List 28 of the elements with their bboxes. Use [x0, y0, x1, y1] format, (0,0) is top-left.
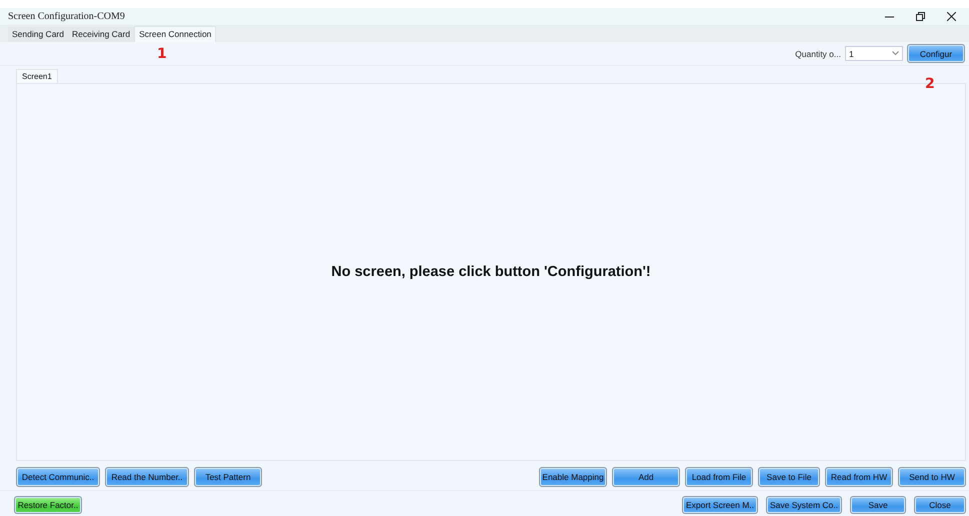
annotation-number: 2 — [925, 76, 935, 92]
action-button[interactable]: Enable Mapping — [539, 467, 607, 487]
action-button[interactable]: Read from HW — [825, 467, 893, 487]
action-button[interactable]: Add — [612, 467, 680, 487]
dropdown-caret-icon — [892, 51, 899, 56]
window-title: Screen Configuration-COM9 — [8, 11, 126, 22]
tab[interactable]: Sending Card — [8, 27, 68, 42]
configure-button[interactable]: Configur — [907, 44, 965, 63]
action-button[interactable]: Close — [914, 496, 966, 514]
action-button[interactable]: Export Screen M.. — [682, 496, 758, 514]
quantity-label: Quantity o... — [795, 48, 841, 58]
action-button[interactable]: Save System Co.. — [766, 496, 842, 514]
tab[interactable]: Receiving Card — [68, 27, 134, 42]
action-button[interactable]: Send to HW — [898, 467, 966, 487]
annotation-number: 1 — [157, 46, 167, 62]
close-icon[interactable] — [947, 12, 956, 21]
screen-tab[interactable]: Screen1 — [16, 69, 58, 83]
empty-message: No screen, please click button 'Configuration'! — [331, 264, 651, 280]
action-button[interactable]: Test Pattern — [194, 467, 262, 487]
action-button[interactable]: Load from File — [685, 467, 753, 487]
action-button[interactable]: Save — [850, 496, 906, 514]
restore-icon[interactable] — [916, 12, 925, 21]
action-button[interactable]: Detect Communic.. — [16, 467, 100, 487]
action-button[interactable]: Save to File — [758, 467, 820, 487]
tab[interactable]: Screen Connection — [134, 26, 216, 42]
action-button[interactable]: Read the Number.. — [105, 467, 189, 487]
quantity-dropdown[interactable]: 1 — [845, 46, 903, 61]
action-button[interactable]: Restore Factor.. — [14, 496, 82, 514]
